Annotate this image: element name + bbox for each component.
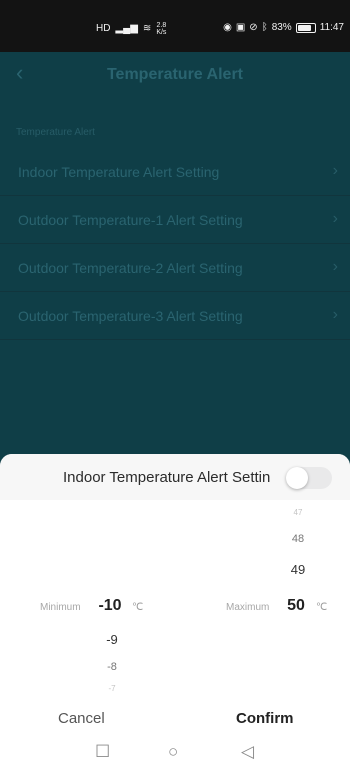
maximum-unit: ℃: [316, 602, 328, 613]
picker-option[interactable]: 48: [278, 533, 318, 545]
recent-apps-icon[interactable]: ☐: [95, 742, 110, 762]
picker-option[interactable]: -9: [92, 632, 132, 647]
minimum-selected-value[interactable]: -10: [90, 597, 130, 615]
picker-option[interactable]: 47: [278, 508, 318, 517]
alert-toggle[interactable]: [286, 467, 332, 489]
status-bar: HD ▂▄▆ ≋ 2.8 K/s ◉ ▣ ⊘ ᛒ 83% 11:47: [0, 0, 350, 52]
hd-icon: HD: [96, 23, 111, 34]
alert-setting-label: Outdoor Temperature-3 Alert Setting: [18, 308, 243, 324]
bluetooth-icon: ᛒ: [261, 22, 268, 33]
alert-setting-row[interactable]: Indoor Temperature Alert Setting ›: [0, 148, 350, 196]
battery-level: [297, 25, 311, 31]
battery-percent: 83%: [271, 22, 292, 33]
page-title: Temperature Alert: [106, 66, 244, 83]
battery-icon: [295, 23, 316, 33]
status-left: HD ▂▄▆ ≋ 2.8 K/s: [96, 22, 166, 36]
alert-setting-label: Indoor Temperature Alert Setting: [18, 164, 220, 180]
chevron-right-icon: ›: [332, 306, 338, 323]
chevron-right-icon: ›: [332, 258, 338, 275]
nfc-icon: ▣: [235, 22, 246, 33]
picker-option[interactable]: 49: [278, 562, 318, 577]
alert-setting-row[interactable]: Outdoor Temperature-2 Alert Setting ›: [0, 244, 350, 292]
toggle-knob: [286, 467, 308, 489]
maximum-label: Maximum: [226, 602, 270, 613]
sheet-header: Indoor Temperature Alert Settin: [0, 454, 350, 500]
back-icon[interactable]: ◁: [241, 742, 254, 762]
confirm-button[interactable]: Confirm: [236, 710, 294, 727]
mute-icon: ⊘: [249, 22, 258, 33]
alert-setting-row[interactable]: Outdoor Temperature-1 Alert Setting ›: [0, 196, 350, 244]
eye-icon: ◉: [223, 22, 232, 33]
maximum-selected-value[interactable]: 50: [276, 597, 316, 615]
minimum-label: Minimum: [40, 602, 81, 613]
sheet-title: Indoor Temperature Alert Settin: [63, 469, 271, 486]
chevron-right-icon: ›: [332, 210, 338, 227]
clock: 11:47: [319, 22, 344, 33]
picker-option[interactable]: -8: [92, 661, 132, 673]
alert-setting-row[interactable]: Outdoor Temperature-3 Alert Setting ›: [0, 292, 350, 340]
section-label: Temperature Alert: [16, 127, 95, 138]
wifi-icon: ≋: [142, 23, 152, 34]
network-speed: 2.8 K/s: [156, 22, 167, 36]
cellular-signal-icon: ▂▄▆: [115, 23, 138, 34]
alert-setting-sheet: Indoor Temperature Alert Settin 47 48 49…: [0, 454, 350, 773]
alert-setting-label: Outdoor Temperature-2 Alert Setting: [18, 260, 243, 276]
background-app: ‹ Temperature Alert Temperature Alert In…: [0, 52, 350, 454]
android-nav-bar: ☐ ○ ◁: [0, 737, 350, 773]
chevron-right-icon: ›: [332, 162, 338, 179]
picker-option[interactable]: -7: [92, 684, 132, 693]
home-icon[interactable]: ○: [168, 742, 178, 762]
cancel-button[interactable]: Cancel: [58, 710, 105, 727]
alert-setting-label: Outdoor Temperature-1 Alert Setting: [18, 212, 243, 228]
status-right: ◉ ▣ ⊘ ᛒ 83% 11:47: [223, 22, 344, 34]
nav-bar: ‹ Temperature Alert: [0, 52, 350, 96]
minimum-unit: ℃: [132, 602, 144, 613]
